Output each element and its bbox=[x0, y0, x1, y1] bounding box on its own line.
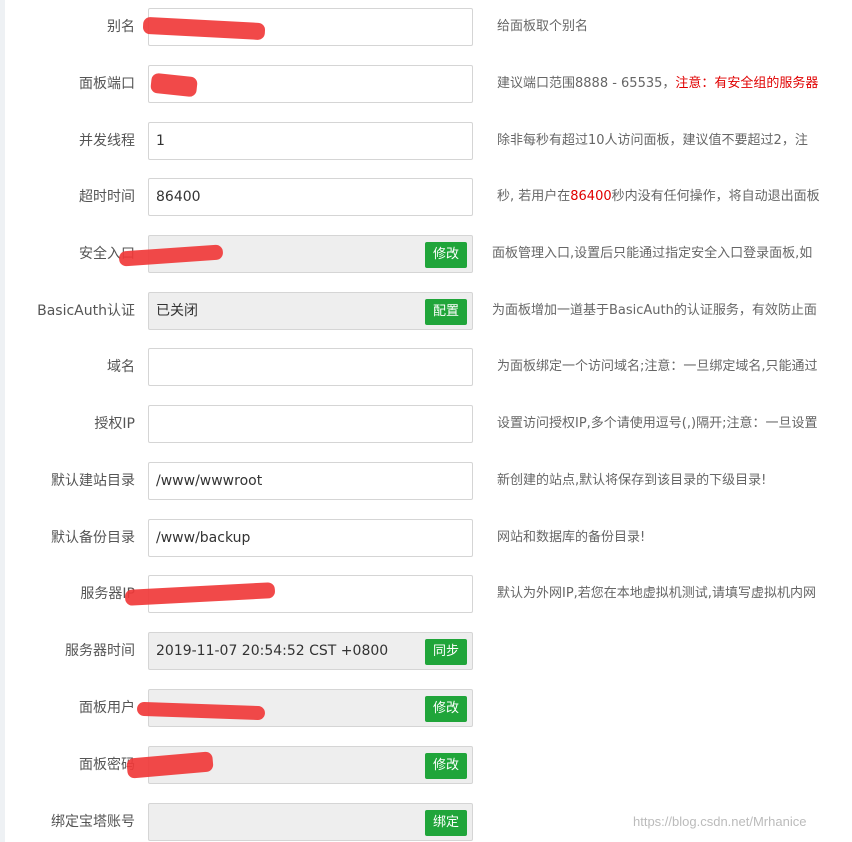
site-dir-input[interactable]: /www/wwwroot bbox=[148, 462, 473, 500]
auth-ip-label: 授权IP bbox=[94, 416, 135, 432]
server-time-field: 2019-11-07 20:54:52 CST +0800 同步 bbox=[148, 632, 473, 670]
server-time-label: 服务器时间 bbox=[65, 643, 135, 659]
security-entry-field: 修改 bbox=[118, 235, 473, 273]
bt-account-field: 绑定 bbox=[148, 803, 473, 841]
basic-auth-hint: 为面板增加一道基于BasicAuth的认证服务，有效防止面 bbox=[492, 303, 817, 318]
server-ip-hint: 默认为外网IP,若您在本地虚拟机测试,请填写虚拟机内网 bbox=[497, 586, 816, 601]
watermark: https://blog.csdn.net/Mrhanice bbox=[633, 814, 807, 829]
row-alias: 别名 给面板取个别名 bbox=[0, 8, 852, 46]
row-server-time: 服务器时间 2019-11-07 20:54:52 CST +0800 同步 bbox=[0, 632, 852, 670]
site-dir-value: /www/wwwroot bbox=[156, 473, 263, 489]
redaction-mark bbox=[124, 582, 276, 606]
backup-dir-hint: 网站和数据库的备份目录! bbox=[497, 530, 646, 545]
panel-user-edit-button[interactable]: 修改 bbox=[424, 696, 467, 722]
row-basic-auth: BasicAuth认证 已关闭 配置 为面板增加一道基于BasicAuth的认证… bbox=[0, 292, 852, 330]
site-dir-hint: 新创建的站点,默认将保存到该目录的下级目录! bbox=[497, 473, 767, 488]
row-backup-dir: 默认备份目录 /www/backup 网站和数据库的备份目录! bbox=[0, 519, 852, 557]
basic-auth-label: BasicAuth认证 bbox=[37, 303, 135, 319]
timeout-label: 超时时间 bbox=[79, 189, 135, 205]
threads-hint: 除非每秒有超过10人访问面板，建议值不要超过2，注 bbox=[497, 133, 808, 148]
port-label: 面板端口 bbox=[79, 76, 135, 92]
row-server-ip: 服务器IP 默认为外网IP,若您在本地虚拟机测试,请填写虚拟机内网 bbox=[0, 575, 852, 613]
redaction-mark bbox=[142, 16, 266, 41]
redaction-mark bbox=[150, 72, 198, 98]
timeout-hint-a: 秒, 若用户在 bbox=[497, 189, 571, 204]
panel-password-field: 修改 bbox=[126, 746, 473, 784]
row-security-entry: 安全入口 修改 面板管理入口,设置后只能通过指定安全入口登录面板,如 bbox=[0, 235, 852, 273]
auth-ip-input[interactable] bbox=[148, 405, 473, 443]
threads-label: 并发线程 bbox=[79, 133, 135, 149]
alias-hint: 给面板取个别名 bbox=[497, 19, 589, 34]
auth-ip-hint: 设置访问授权IP,多个请使用逗号(,)隔开;注意：一旦设置 bbox=[497, 416, 818, 431]
panel-user-label: 面板用户 bbox=[79, 700, 135, 716]
redaction-mark bbox=[136, 701, 266, 721]
basic-auth-field: 已关闭 配置 bbox=[148, 292, 473, 330]
timeout-value: 86400 bbox=[156, 189, 201, 205]
redaction-mark bbox=[126, 751, 214, 779]
bt-account-bind-button[interactable]: 绑定 bbox=[424, 810, 467, 836]
domain-input[interactable] bbox=[148, 348, 473, 386]
timeout-hint-highlight: 86400 bbox=[570, 189, 612, 204]
row-panel-password: 面板密码 修改 bbox=[0, 746, 852, 784]
security-entry-hint: 面板管理入口,设置后只能通过指定安全入口登录面板,如 bbox=[492, 246, 813, 261]
row-panel-user: 面板用户 修改 bbox=[0, 689, 852, 727]
backup-dir-input[interactable]: /www/backup bbox=[148, 519, 473, 557]
server-time-value: 2019-11-07 20:54:52 CST +0800 bbox=[156, 643, 389, 659]
row-domain: 域名 为面板绑定一个访问域名;注意：一旦绑定域名,只能通过 bbox=[0, 348, 852, 386]
panel-password-edit-button[interactable]: 修改 bbox=[424, 753, 467, 779]
server-time-sync-button[interactable]: 同步 bbox=[424, 639, 467, 665]
timeout-hint: 秒, 若用户在86400秒内没有任何操作，将自动退出面板 bbox=[497, 178, 820, 216]
panel-user-field: 修改 bbox=[136, 689, 473, 727]
basic-auth-value: 已关闭 bbox=[156, 303, 198, 319]
bt-account-label: 绑定宝塔账号 bbox=[51, 814, 135, 830]
threads-input[interactable]: 1 bbox=[148, 122, 473, 160]
alias-input[interactable] bbox=[142, 8, 473, 46]
server-ip-input[interactable] bbox=[124, 575, 473, 613]
row-threads: 并发线程 1 除非每秒有超过10人访问面板，建议值不要超过2，注 bbox=[0, 122, 852, 160]
threads-value: 1 bbox=[156, 133, 165, 149]
port-hint-text: 建议端口范围8888 - 65535， bbox=[497, 76, 676, 91]
domain-label: 域名 bbox=[107, 359, 135, 375]
timeout-hint-b: 秒内没有任何操作，将自动退出面板 bbox=[611, 189, 820, 204]
basic-auth-config-button[interactable]: 配置 bbox=[424, 299, 467, 325]
backup-dir-label: 默认备份目录 bbox=[51, 530, 135, 546]
security-entry-edit-button[interactable]: 修改 bbox=[424, 242, 467, 268]
backup-dir-value: /www/backup bbox=[156, 530, 251, 546]
timeout-input[interactable]: 86400 bbox=[148, 178, 473, 216]
row-timeout: 超时时间 86400 秒, 若用户在86400秒内没有任何操作，将自动退出面板 bbox=[0, 178, 852, 216]
alias-label: 别名 bbox=[107, 19, 135, 35]
domain-hint: 为面板绑定一个访问域名;注意：一旦绑定域名,只能通过 bbox=[497, 359, 818, 374]
port-input[interactable] bbox=[148, 65, 473, 103]
row-port: 面板端口 建议端口范围8888 - 65535，注意：有安全组的服务器 bbox=[0, 65, 852, 103]
row-auth-ip: 授权IP 设置访问授权IP,多个请使用逗号(,)隔开;注意：一旦设置 bbox=[0, 405, 852, 443]
port-hint-warning: 注意：有安全组的服务器 bbox=[675, 76, 819, 91]
site-dir-label: 默认建站目录 bbox=[51, 473, 135, 489]
row-site-dir: 默认建站目录 /www/wwwroot 新创建的站点,默认将保存到该目录的下级目… bbox=[0, 462, 852, 500]
port-hint: 建议端口范围8888 - 65535，注意：有安全组的服务器 bbox=[497, 65, 818, 103]
